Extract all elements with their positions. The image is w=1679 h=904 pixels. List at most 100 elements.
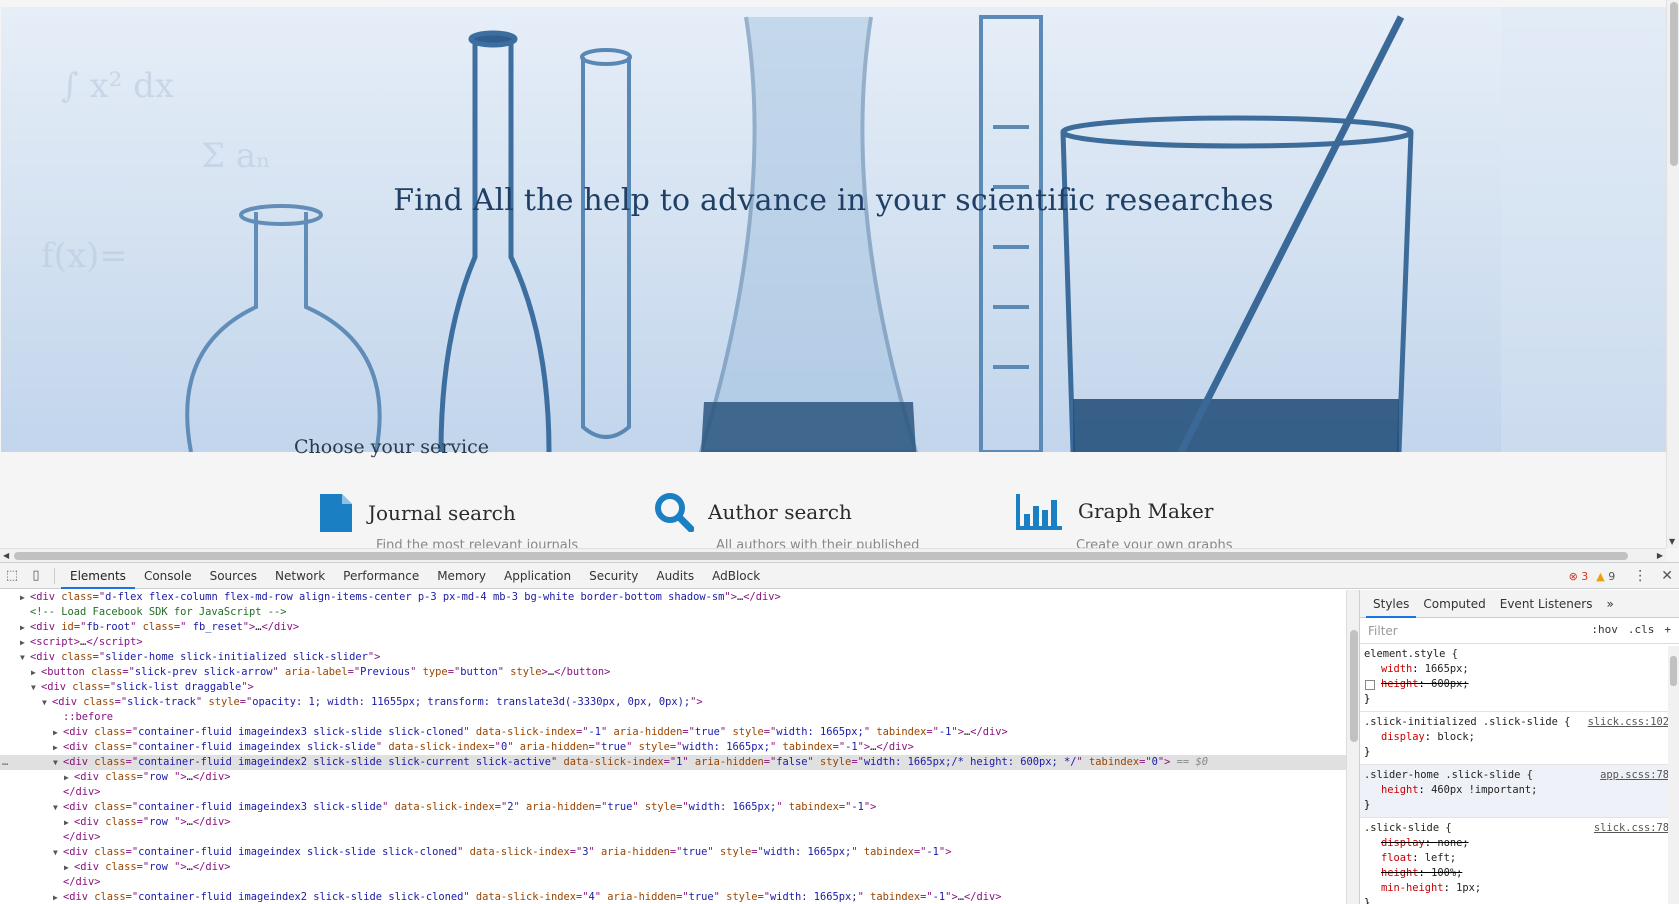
close-icon[interactable]: ✕: [1661, 568, 1673, 584]
tab-event-listeners[interactable]: Event Listeners: [1493, 590, 1600, 618]
css-declaration[interactable]: min-height: 1px;: [1364, 881, 1675, 896]
tab-adblock[interactable]: AdBlock: [703, 563, 769, 589]
service-graph-maker[interactable]: Graph Maker Create your own graphs: [1016, 492, 1232, 553]
css-declaration[interactable]: width: 1665px;: [1364, 662, 1675, 677]
scrollbar-thumb[interactable]: [1670, 656, 1677, 686]
dom-node-selected[interactable]: … ▼ <div class="container-fluid imageindex…: [0, 755, 1346, 770]
dom-node[interactable]: </div>: [0, 830, 1346, 845]
inspect-element-icon[interactable]: ⬚: [0, 568, 24, 583]
dom-node[interactable]: <!-- Load Facebook SDK for JavaScript --…: [0, 605, 1346, 620]
collapse-triangle-icon[interactable]: ▼: [31, 680, 41, 695]
tab-console[interactable]: Console: [135, 563, 201, 589]
hover-state-button[interactable]: :hov: [1591, 623, 1618, 636]
css-declaration[interactable]: display: none;: [1364, 836, 1675, 851]
class-toggle-button[interactable]: .cls: [1628, 623, 1655, 636]
dom-node[interactable]: ▶ <div class="container-fluid imageindex2…: [0, 890, 1346, 904]
node-actions-icon[interactable]: …: [2, 755, 8, 770]
dom-node[interactable]: ▶ <script>…</script>: [0, 635, 1346, 650]
dom-node-markup: <div class="row ">…</div>: [74, 861, 231, 873]
tab-security[interactable]: Security: [580, 563, 647, 589]
css-declaration[interactable]: height: 600px;: [1364, 677, 1675, 692]
tab-application[interactable]: Application: [495, 563, 580, 589]
tab-styles[interactable]: Styles: [1366, 590, 1417, 618]
hero-slider[interactable]: ∫ x² dx Σ aₙ f(x)= Find All the help to …: [1, 7, 1666, 452]
css-source-link[interactable]: slick.css:102: [1588, 715, 1669, 730]
dom-node[interactable]: ▶ <div class="row ">…</div>: [0, 860, 1346, 875]
collapse-triangle-icon[interactable]: ▼: [53, 845, 63, 860]
elements-scrollbar[interactable]: [1346, 590, 1359, 904]
expand-triangle-icon[interactable]: ▶: [20, 590, 30, 605]
page-vertical-scrollbar[interactable]: ▼: [1666, 0, 1679, 548]
dom-node[interactable]: ▼ <div class="container-fluid imageindex3…: [0, 800, 1346, 815]
expand-triangle-icon[interactable]: ▶: [31, 665, 41, 680]
scroll-right-arrow-icon[interactable]: ▶: [1657, 551, 1663, 560]
document-icon: [320, 494, 352, 532]
dom-node[interactable]: ▶ <div class="row ">…</div>: [0, 770, 1346, 785]
dom-node[interactable]: ▶ <div id="fb-root" class=" fb_reset">…</…: [0, 620, 1346, 635]
more-tabs-icon[interactable]: »: [1599, 590, 1620, 618]
dom-node[interactable]: </div>: [0, 785, 1346, 800]
tab-elements[interactable]: Elements: [61, 563, 135, 589]
css-property-value: 1px;: [1456, 882, 1482, 894]
expand-triangle-icon[interactable]: ▶: [20, 635, 30, 650]
svg-text:Σ aₙ: Σ aₙ: [201, 136, 271, 176]
scroll-left-arrow-icon[interactable]: ◀: [3, 551, 9, 560]
tab-network[interactable]: Network: [266, 563, 334, 589]
expand-triangle-icon[interactable]: ▶: [64, 860, 74, 875]
warning-count-badge[interactable]: ▲ 9: [1596, 570, 1615, 583]
page-horizontal-scrollbar[interactable]: ◀ ▶: [0, 548, 1666, 562]
elements-dom-tree[interactable]: ▶ <div class="d-flex flex-column flex-md-…: [0, 590, 1346, 904]
dom-node[interactable]: ▶ <div class="row ">…</div>: [0, 815, 1346, 830]
device-toolbar-icon[interactable]: ▯: [24, 568, 48, 583]
new-rule-button[interactable]: +: [1664, 623, 1671, 636]
declaration-checkbox[interactable]: [1365, 680, 1375, 690]
dom-node[interactable]: ▶ <div class="d-flex flex-column flex-md-…: [0, 590, 1346, 605]
dom-node[interactable]: ▶ <div class="container-fluid imageindex3…: [0, 725, 1346, 740]
css-source-link[interactable]: app.scss:78: [1600, 768, 1669, 783]
dom-node[interactable]: ▶ <div class="container-fluid imageindex …: [0, 740, 1346, 755]
collapse-triangle-icon[interactable]: ▼: [53, 755, 63, 770]
dom-node[interactable]: ::before: [0, 710, 1346, 725]
css-declaration[interactable]: float: left;: [1364, 851, 1675, 866]
collapse-triangle-icon[interactable]: ▼: [53, 800, 63, 815]
css-rule[interactable]: .slick-initialized .slick-slide {slick.c…: [1360, 712, 1679, 765]
tab-computed[interactable]: Computed: [1416, 590, 1492, 618]
expand-triangle-icon[interactable]: ▶: [53, 740, 63, 755]
collapse-triangle-icon[interactable]: ▼: [42, 695, 52, 710]
css-rule[interactable]: .slider-home .slick-slide {app.scss:78 he…: [1360, 765, 1679, 818]
tab-audits[interactable]: Audits: [647, 563, 703, 589]
tab-performance[interactable]: Performance: [334, 563, 428, 589]
dom-node[interactable]: ▶ <button class="slick-prev slick-arrow" …: [0, 665, 1346, 680]
scrollbar-thumb[interactable]: [1670, 2, 1678, 166]
css-rule[interactable]: .slick-slide {slick.css:78 display: none;…: [1360, 818, 1679, 904]
expand-triangle-icon[interactable]: ▶: [64, 770, 74, 785]
css-declaration[interactable]: height: 460px !important;: [1364, 783, 1675, 798]
filter-input[interactable]: Filter: [1368, 624, 1398, 638]
dom-node[interactable]: ▼ <div class="container-fluid imageindex …: [0, 845, 1346, 860]
tab-memory[interactable]: Memory: [428, 563, 495, 589]
more-options-icon[interactable]: ⋮: [1633, 568, 1647, 584]
dom-node[interactable]: </div>: [0, 875, 1346, 890]
expand-triangle-icon[interactable]: ▶: [64, 815, 74, 830]
scrollbar-thumb[interactable]: [1350, 630, 1358, 742]
css-rule-close: }: [1364, 746, 1371, 758]
collapse-triangle-icon[interactable]: ▼: [20, 650, 30, 665]
tab-sources[interactable]: Sources: [201, 563, 266, 589]
expand-triangle-icon[interactable]: ▶: [20, 620, 30, 635]
dom-node[interactable]: ▼ <div class="slider-home slick-initializ…: [0, 650, 1346, 665]
styles-scrollbar[interactable]: [1668, 646, 1679, 904]
css-rule[interactable]: element.style { width: 1665px; height: 600…: [1360, 644, 1679, 712]
service-author-search[interactable]: Author search All authors with their pub…: [654, 492, 919, 553]
dom-node[interactable]: ▼ <div class="slick-list draggable">: [0, 680, 1346, 695]
error-count-badge[interactable]: ⊗ 3: [1569, 570, 1589, 583]
dom-node[interactable]: ▼ <div class="slick-track" style="opacity…: [0, 695, 1346, 710]
css-declaration[interactable]: display: block;: [1364, 730, 1675, 745]
css-declaration[interactable]: height: 100%;: [1364, 866, 1675, 881]
expand-triangle-icon[interactable]: ▶: [53, 890, 63, 904]
css-selector: element.style {: [1364, 648, 1458, 660]
scrollbar-thumb[interactable]: [14, 552, 1628, 560]
expand-triangle-icon[interactable]: ▶: [53, 725, 63, 740]
scroll-down-arrow-icon[interactable]: ▼: [1669, 537, 1675, 546]
css-source-link[interactable]: slick.css:78: [1594, 821, 1669, 836]
service-journal-search[interactable]: Journal search Find the most relevant jo…: [318, 492, 578, 553]
